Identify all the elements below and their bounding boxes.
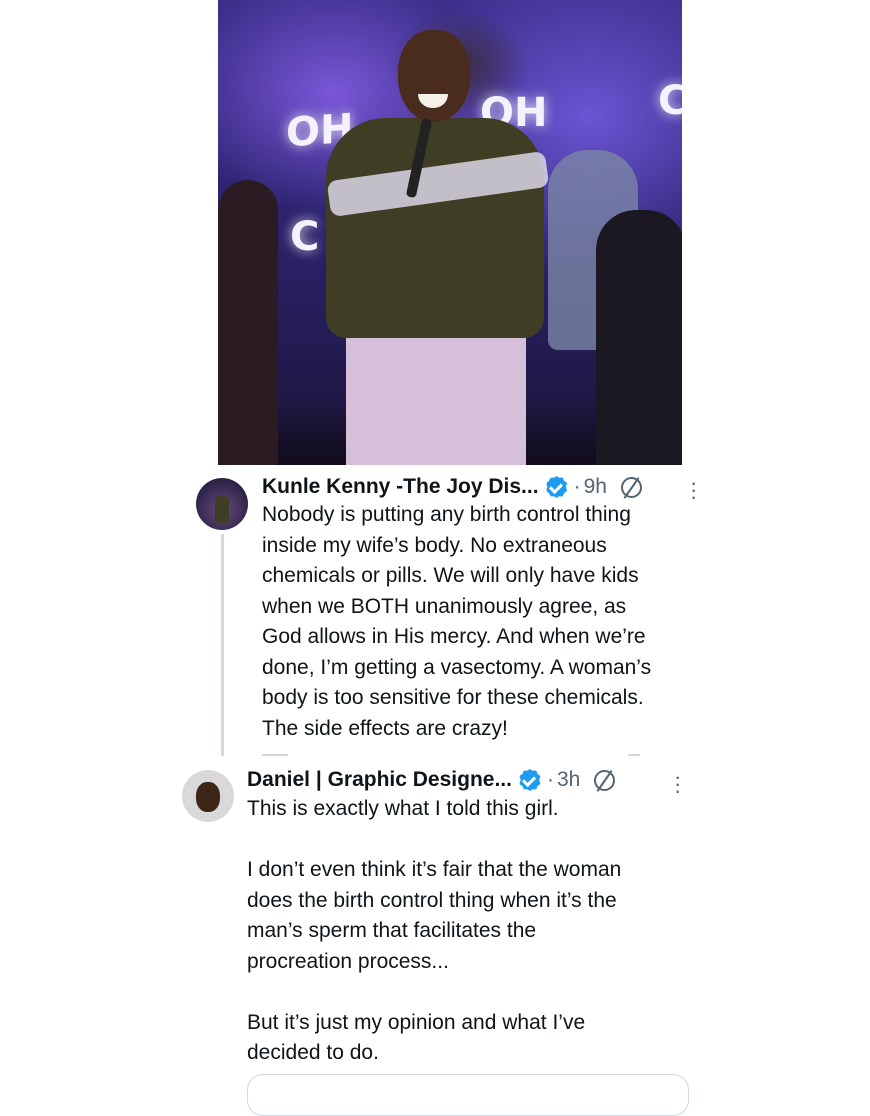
background-person [596, 210, 682, 465]
stage-sign-text: C [290, 214, 320, 260]
verified-badge-icon [546, 476, 568, 498]
separator-dot: · [573, 475, 581, 498]
performer-head [398, 30, 470, 122]
tweet-media-photo[interactable]: OH OH C C [218, 0, 682, 465]
tweet-header: Kunle Kenny -The Joy Dis... · 9h [262, 474, 642, 500]
avatar[interactable] [182, 770, 234, 822]
avatar-face [196, 782, 220, 812]
avatar[interactable] [196, 478, 248, 530]
thread-connector-line [221, 534, 224, 756]
avatar-figure [215, 495, 229, 523]
timestamp[interactable]: 9h [584, 474, 607, 500]
tweet-header: Daniel | Graphic Designe... · 3h [247, 767, 616, 793]
quoted-post-card[interactable] [247, 1074, 689, 1116]
performer-sweater [326, 118, 544, 338]
grok-icon[interactable] [620, 476, 642, 498]
more-options-icon[interactable]: · · · [690, 472, 697, 508]
background-person [218, 180, 278, 465]
separator-dot: · [546, 768, 554, 791]
timestamp[interactable]: 3h [557, 767, 580, 793]
verified-badge-icon [519, 769, 541, 791]
author-name[interactable]: Daniel | Graphic Designe... [247, 767, 512, 793]
tweet-text: This is exactly what I told this girl. I… [247, 797, 622, 1064]
divider [262, 754, 288, 756]
performer-pants [346, 326, 526, 465]
tweet-text: Nobody is putting any birth control thin… [262, 503, 652, 740]
author-name[interactable]: Kunle Kenny -The Joy Dis... [262, 474, 539, 500]
divider [628, 754, 640, 756]
more-options-icon[interactable]: · · · [674, 766, 681, 802]
grok-icon[interactable] [594, 769, 616, 791]
stage-sign-text: C [658, 78, 682, 124]
